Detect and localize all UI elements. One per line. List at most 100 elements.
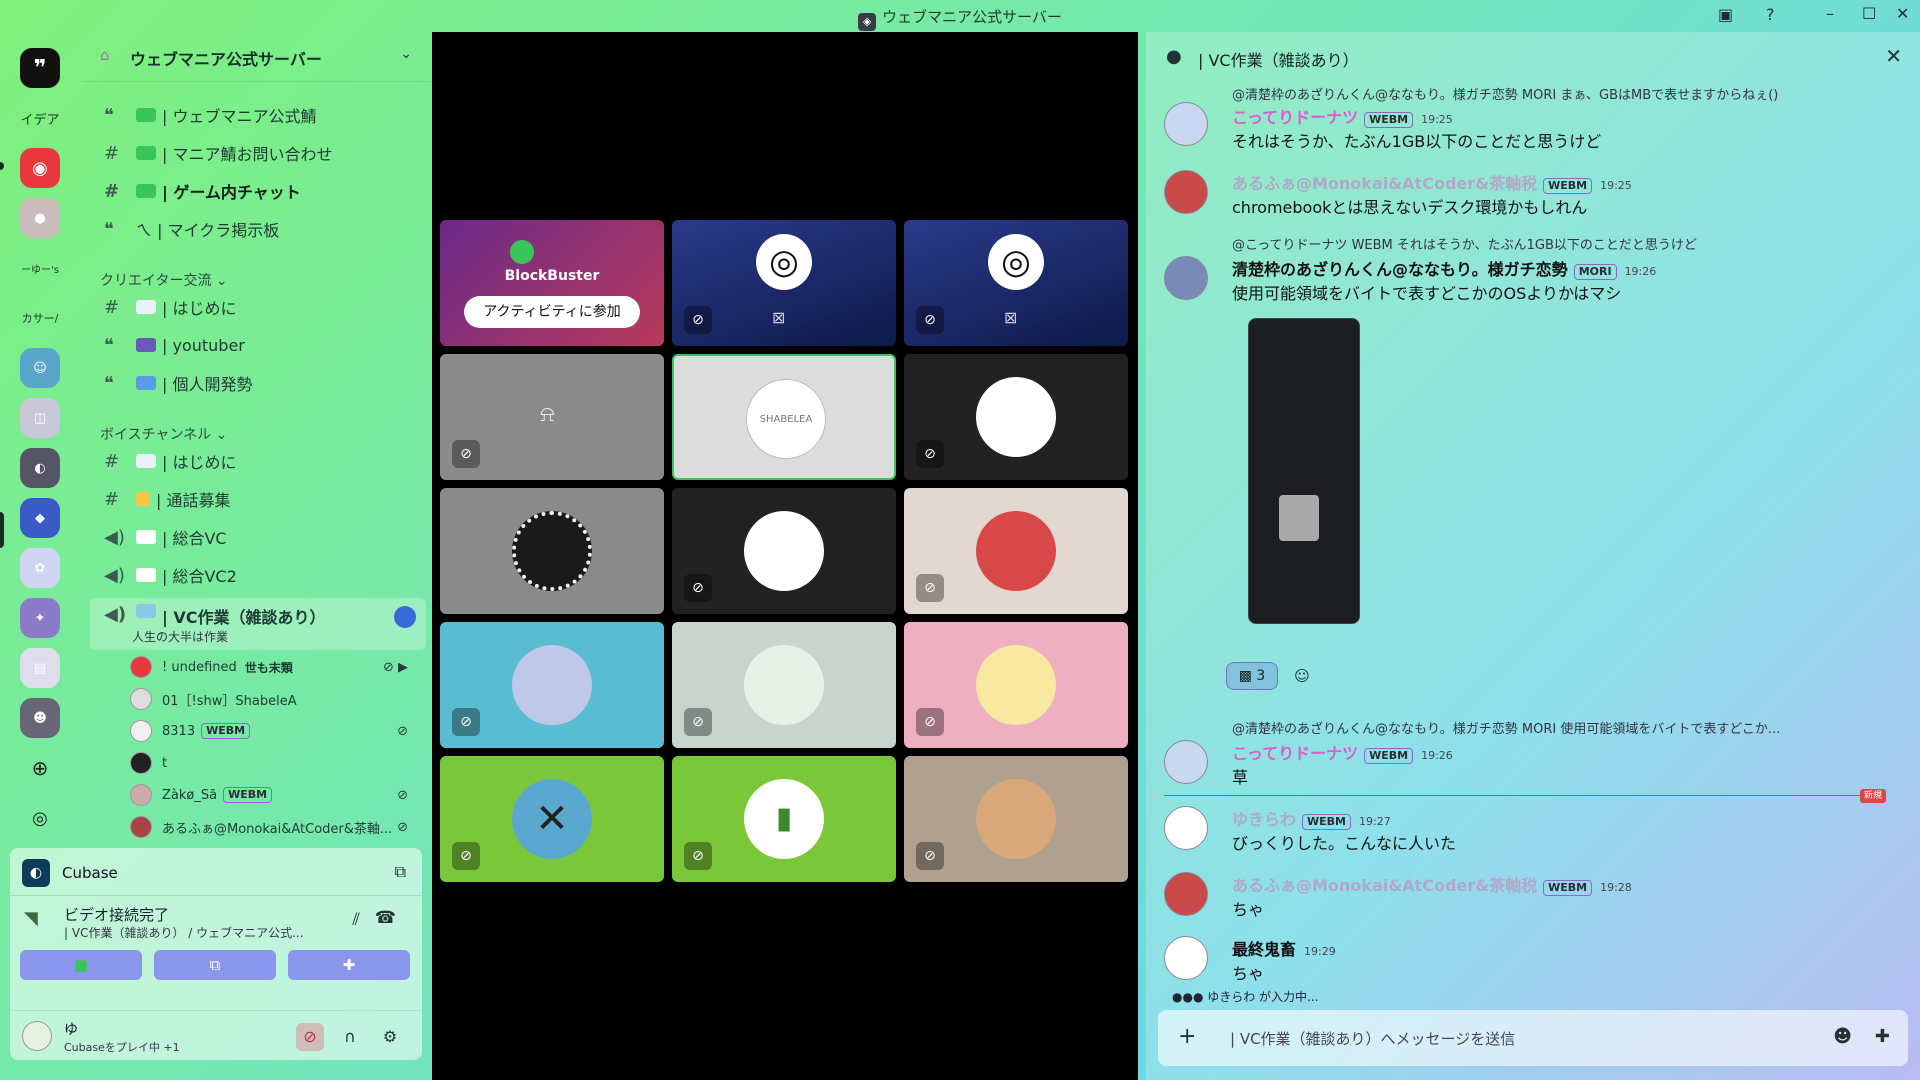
join-activity-button[interactable]: アクティビティに参加 xyxy=(464,296,640,328)
channel-item[interactable]: # | はじめに xyxy=(90,444,426,478)
channel-item[interactable]: # | 通話募集 xyxy=(90,482,426,516)
camera-button[interactable]: ■ xyxy=(20,950,142,980)
close-icon[interactable]: ✕ xyxy=(1885,44,1902,68)
server-avatar-4[interactable]: ◐ xyxy=(20,448,60,488)
voice-channel-item[interactable]: ◀) | 総合VC2 xyxy=(90,558,426,592)
deafen-button[interactable]: ∩ xyxy=(336,1023,364,1051)
server-avatar-1[interactable]: ● xyxy=(20,198,60,238)
message-author[interactable]: 清楚枠のあざりんくん@ななもり。様ガチ恋勢 MORI 19:26 xyxy=(1232,256,1656,280)
voice-user[interactable]: ! undefined 世も末類 ⊘ ▶ xyxy=(130,654,430,680)
voice-user[interactable]: Zàkø_Sã WEBM ⊘ xyxy=(130,782,430,808)
activity-row[interactable]: ◐ Cubase ⧉ xyxy=(10,848,422,896)
voice-channel-link[interactable]: | VC作業（雑談あり） / ウェブマニア公式... xyxy=(64,924,304,941)
mute-mic-button[interactable]: ⊘ xyxy=(296,1023,324,1051)
voice-user[interactable]: t xyxy=(130,750,430,776)
reply-preview[interactable]: @清楚枠のあざりんくん@ななもり。様ガチ恋勢 MORI 使用可能領域をバイトで表… xyxy=(1232,718,1780,737)
avatar[interactable] xyxy=(1164,102,1208,146)
category-voice[interactable]: ボイスチャンネル ⌄ xyxy=(100,424,227,444)
reply-preview[interactable]: @清楚枠のあざりんくん@ななもり。様ガチ恋勢 MORI まぁ、GBはMBで表せま… xyxy=(1232,84,1778,103)
video-tile[interactable]: ◎ ⊘ ⊠ xyxy=(672,220,896,346)
close-window-button[interactable]: ✕ xyxy=(1896,4,1909,23)
message-author[interactable]: ゆきらわ WEBM 19:27 xyxy=(1232,806,1391,830)
message-author[interactable]: こってりドーナツ WEBM 19:25 xyxy=(1232,104,1453,128)
channel-item[interactable]: ❝ | ウェブマニア公式鯖 xyxy=(90,98,426,132)
shabelea-avatar: SHABELEA xyxy=(746,379,826,459)
server-header[interactable]: ⌂ ウェブマニア公式サーバー ⌄ xyxy=(82,32,430,82)
voice-user[interactable]: 8313 WEBM ⊘ xyxy=(130,718,430,744)
explore-icon[interactable]: ◎ xyxy=(20,798,60,838)
voice-user[interactable]: 01［!shw］ShabeleA xyxy=(130,686,430,712)
screen-share-button[interactable]: ⧉ xyxy=(154,950,276,980)
server-avatar-3[interactable]: ◫ xyxy=(20,398,60,438)
user-tile[interactable]: ⊘ xyxy=(672,488,896,614)
activity-button[interactable]: ✚ xyxy=(288,950,410,980)
avatar[interactable] xyxy=(1164,170,1208,214)
message-author[interactable]: こってりドーナツ WEBM 19:26 xyxy=(1232,740,1453,764)
user-tile[interactable]: ⊘ xyxy=(904,488,1128,614)
user-tile[interactable] xyxy=(440,488,664,614)
server-avatar-5[interactable]: ◆ xyxy=(20,498,60,538)
add-attachment-icon[interactable]: + xyxy=(1178,1024,1196,1049)
avatar[interactable] xyxy=(1164,256,1208,300)
forum-icon: ❝ xyxy=(104,372,114,394)
channel-item[interactable]: # | マニア鯖お問い合わせ xyxy=(90,136,426,170)
server-avatar-7[interactable]: ✦ xyxy=(20,598,60,638)
minimize-button[interactable]: – xyxy=(1826,4,1834,23)
activity-tile[interactable]: BlockBuster アクティビティに参加 xyxy=(440,220,664,346)
user-tile[interactable]: ⊘ xyxy=(904,622,1128,748)
avatar[interactable] xyxy=(1164,806,1208,850)
avatar[interactable] xyxy=(1164,936,1208,980)
voice-channel-item[interactable]: ◀) | 総合VC xyxy=(90,520,426,554)
disconnect-icon[interactable]: ☎ xyxy=(375,908,396,928)
discord-home-icon[interactable]: ◉ xyxy=(20,148,60,188)
user-tile[interactable]: ▮ ⊘ xyxy=(672,756,896,882)
avatar[interactable] xyxy=(1164,872,1208,916)
avatar[interactable] xyxy=(22,1021,52,1051)
reaction-button[interactable]: ▩ 3 xyxy=(1226,662,1278,690)
channel-item[interactable]: ❝ | youtuber xyxy=(90,328,426,362)
message-composer[interactable]: + | VC作業（雑談あり）へメッセージを送信 ☻ ✚ xyxy=(1158,1010,1908,1066)
user-tile[interactable]: ⊘ xyxy=(440,622,664,748)
speaking-user-tile[interactable]: SHABELEA xyxy=(672,354,896,480)
user-tile[interactable]: ⊘ xyxy=(904,756,1128,882)
server-label-yuu[interactable]: ーゆー's xyxy=(20,248,60,288)
user-tile[interactable]: ⊘ xyxy=(672,622,896,748)
category-creator[interactable]: クリエイター交流 ⌄ xyxy=(100,270,228,290)
message-input[interactable]: | VC作業（雑談あり）へメッセージを送信 xyxy=(1230,1028,1515,1049)
user-tile[interactable]: ⊘ xyxy=(904,354,1128,480)
channel-item[interactable]: ❝ ㄟ | マイクラ掲示板 xyxy=(90,212,426,246)
server-avatar-9[interactable]: ☻ xyxy=(20,698,60,738)
user-tile[interactable]: ✕ ⊘ xyxy=(440,756,664,882)
quote-server-icon[interactable]: ❞ xyxy=(20,48,60,88)
add-server-icon[interactable]: ⊕ xyxy=(20,748,60,788)
server-label-kasa[interactable]: カサー/ xyxy=(20,298,60,338)
message-author[interactable]: あるふぁ@Monokai&AtCoder&茶軸税 WEBM 19:28 xyxy=(1232,872,1632,896)
channel-item[interactable]: ❝ | 個人開発勢 xyxy=(90,366,426,400)
voice-user[interactable]: あるふぁ@Monokai&AtCoder&茶軸... ⊘ xyxy=(130,814,430,840)
help-icon[interactable]: ? xyxy=(1766,5,1775,24)
settings-gear-icon[interactable]: ⚙ xyxy=(376,1023,404,1051)
message-author[interactable]: あるふぁ@Monokai&AtCoder&茶軸税 WEBM 19:25 xyxy=(1232,170,1632,194)
maximize-button[interactable]: ☐ xyxy=(1862,4,1876,23)
gamepad-icon[interactable]: ✚ xyxy=(1875,1026,1890,1047)
server-avatar-6[interactable]: ✿ xyxy=(20,548,60,588)
emoji-icon[interactable]: ☻ xyxy=(1833,1026,1852,1047)
voice-channel-selected[interactable]: ◀) | VC作業（雑談あり） 人生の大半は作業 xyxy=(90,598,426,650)
user-tile[interactable]: ⍾ ⊘ xyxy=(440,354,664,480)
channel-item-game-chat[interactable]: # | ゲーム内チャット xyxy=(90,174,426,208)
reply-preview[interactable]: @こってりドーナツ WEBM それはそうか、たぶん1GB以下のことだと思うけど xyxy=(1232,234,1697,253)
message-author[interactable]: 最終鬼畜 19:29 xyxy=(1232,936,1336,960)
server-label-idea[interactable]: イデア xyxy=(20,98,60,138)
image-attachment[interactable] xyxy=(1248,318,1360,624)
server-avatar-8[interactable]: ▤ xyxy=(20,648,60,688)
message-text: 使用可能領域をバイトで表すどこかのOSよりかはマシ xyxy=(1232,284,1622,303)
channel-item[interactable]: # | はじめに xyxy=(90,290,426,324)
inbox-icon[interactable]: ▣ xyxy=(1718,5,1733,24)
add-reaction-icon[interactable]: ☺ xyxy=(1290,664,1314,688)
avatar[interactable] xyxy=(1164,740,1208,784)
video-tile[interactable]: ◎ ⊘ ⊠ xyxy=(904,220,1128,346)
colorful-avatar xyxy=(976,511,1056,591)
server-avatar-2[interactable]: ☺ xyxy=(20,348,60,388)
noise-suppression-icon[interactable]: ⫽ xyxy=(352,910,360,930)
share-screen-icon[interactable]: ⧉ xyxy=(395,862,406,882)
